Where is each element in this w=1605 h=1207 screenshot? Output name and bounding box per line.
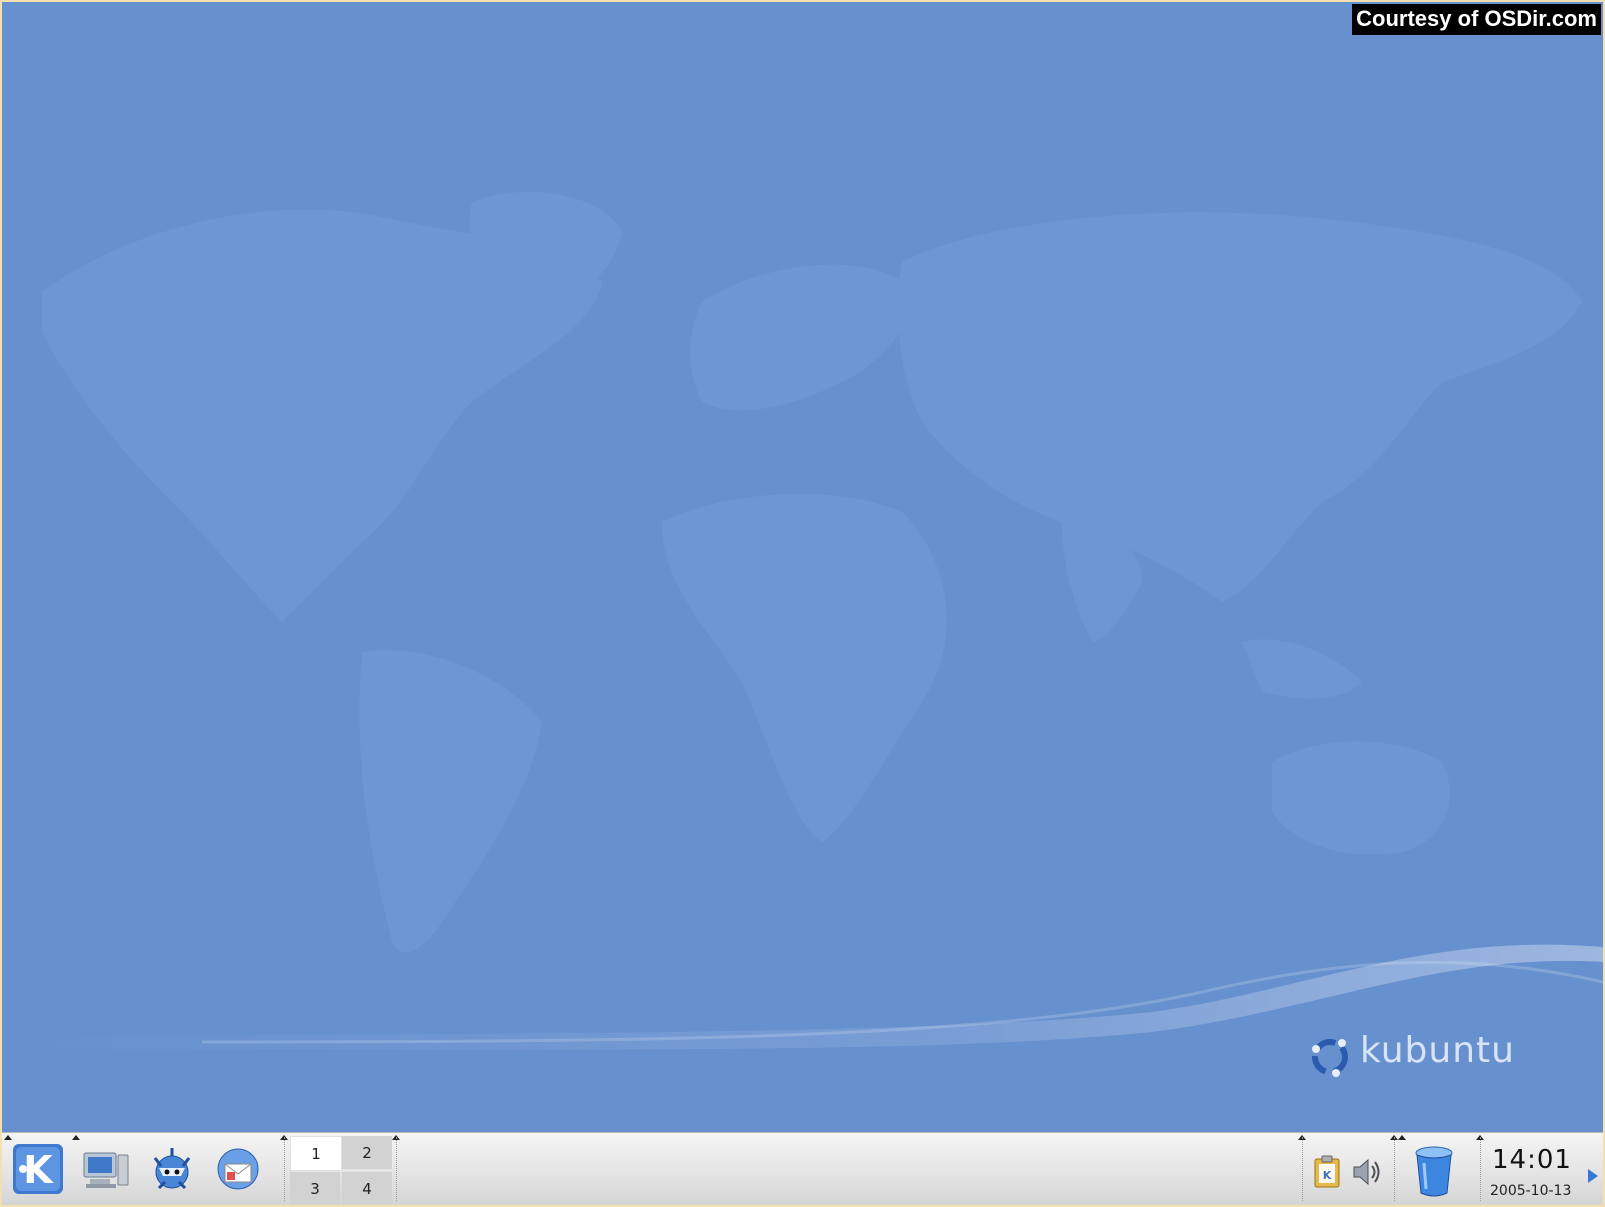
clock-applet[interactable]: 14:01 2005-10-13 — [1482, 1137, 1582, 1203]
trash-icon — [1415, 1146, 1453, 1197]
desktop-3-button[interactable]: 3 — [290, 1172, 340, 1205]
panel-separator — [1394, 1137, 1397, 1201]
panel-hide-arrow-icon[interactable] — [4, 1135, 12, 1140]
desktop-4-button[interactable]: 4 — [342, 1172, 392, 1205]
konqueror-button[interactable] — [142, 1141, 202, 1197]
speaker-icon — [1353, 1158, 1380, 1186]
volume-button[interactable] — [1350, 1155, 1382, 1189]
clipboard-icon: K — [1314, 1155, 1340, 1188]
desktop-background[interactable]: Courtesy of OSDir.com kubuntu — [2, 2, 1603, 1132]
desktop-pager: 1 2 3 4 — [290, 1136, 394, 1205]
desktop-access-button[interactable] — [76, 1141, 136, 1197]
clock-time: 14:01 — [1492, 1145, 1572, 1175]
panel-separator — [284, 1137, 287, 1201]
panel-scroll-right-icon[interactable] — [1588, 1169, 1598, 1183]
trash-button[interactable] — [1412, 1143, 1456, 1201]
klipper-button[interactable]: K — [1312, 1155, 1342, 1189]
kde-k-icon: K — [13, 1144, 63, 1194]
panel-separator — [1302, 1137, 1305, 1201]
kontact-button[interactable] — [208, 1141, 268, 1197]
kicker-panel: K 1 2 3 4 K 14:01 2005-10-13 — [2, 1132, 1603, 1205]
clock-date: 2005-10-13 — [1490, 1183, 1572, 1199]
svg-text:K: K — [1323, 1169, 1332, 1182]
svg-text:K: K — [23, 1148, 54, 1192]
screen: Courtesy of OSDir.com kubuntu K 1 2 3 4 … — [2, 2, 1603, 1205]
watermark-label: Courtesy of OSDir.com — [1352, 4, 1601, 35]
panel-arrow-icon[interactable] — [72, 1135, 80, 1140]
kubuntu-brand-text: kubuntu — [1360, 1030, 1515, 1071]
taskbar[interactable] — [402, 1137, 1292, 1203]
kontact-mail-icon — [217, 1148, 259, 1190]
kmenu-button[interactable]: K — [8, 1141, 68, 1197]
konqueror-icon — [153, 1148, 191, 1190]
panel-separator — [396, 1137, 399, 1201]
computer-icon — [83, 1152, 129, 1188]
desktop-1-button[interactable]: 1 — [290, 1136, 342, 1171]
world-map-wallpaper — [2, 192, 1603, 1050]
trash-arrow-icon[interactable] — [1398, 1135, 1406, 1140]
desktop-2-button[interactable]: 2 — [342, 1136, 392, 1169]
